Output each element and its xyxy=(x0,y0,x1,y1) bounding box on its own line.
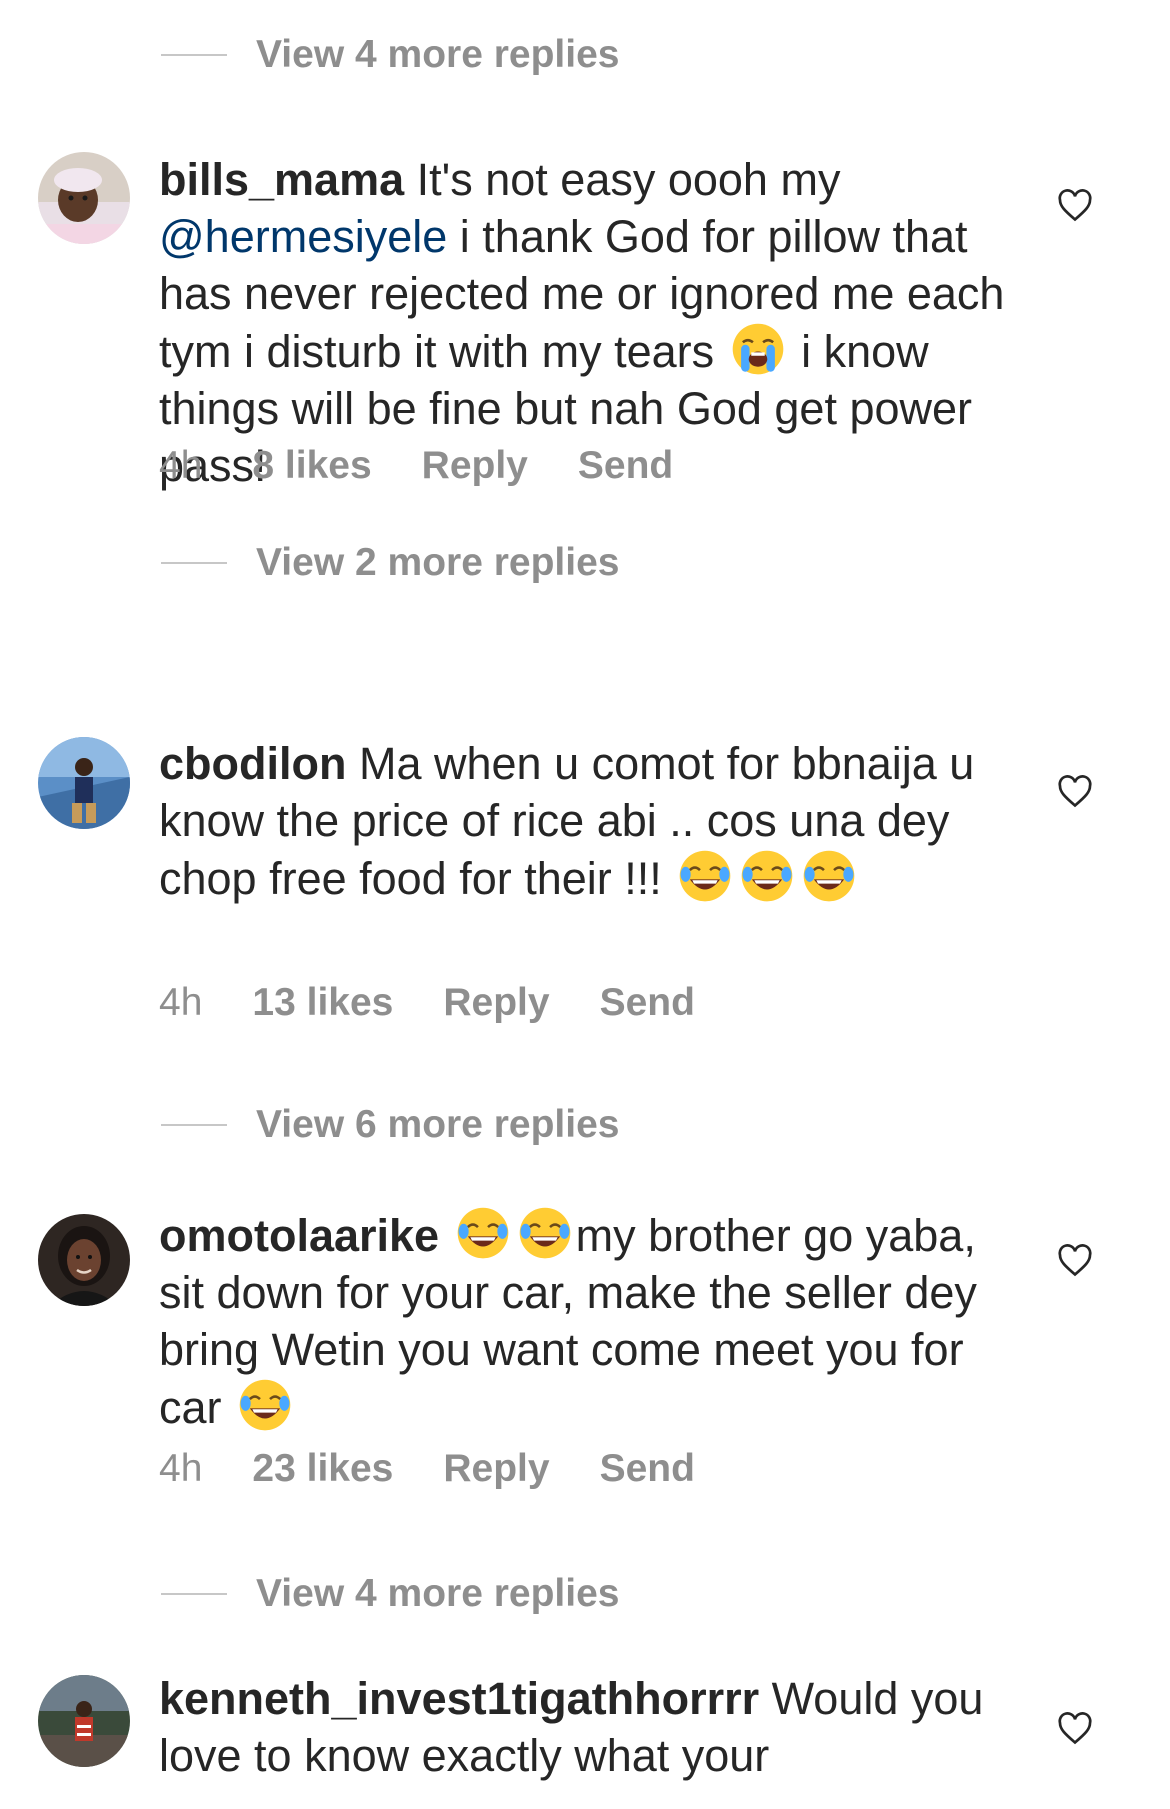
face-with-tears-of-joy-emoji xyxy=(519,1207,570,1259)
comment-username[interactable]: omotolaarike xyxy=(159,1210,439,1261)
comment-username[interactable]: bills_mama xyxy=(159,154,404,205)
comment-time: 4h xyxy=(159,444,203,487)
reply-button[interactable]: Reply xyxy=(443,1447,549,1491)
avatar[interactable] xyxy=(38,1214,130,1306)
reply-button[interactable]: Reply xyxy=(422,444,528,488)
heart-icon[interactable] xyxy=(1057,774,1093,810)
view-replies-label: View 4 more replies xyxy=(256,1572,620,1615)
view-more-replies-button[interactable]: View 4 more replies xyxy=(161,30,619,80)
avatar[interactable] xyxy=(38,1675,130,1767)
face-with-tears-of-joy-emoji xyxy=(239,1379,291,1431)
reply-thread-line xyxy=(161,54,227,56)
comment-text: bills_mama It's not easy oooh my @hermes… xyxy=(159,151,1009,494)
face-with-tears-of-joy-emoji xyxy=(457,1207,508,1259)
face-with-tears-of-joy-emoji xyxy=(803,850,855,902)
likes-count[interactable]: 13 likes xyxy=(252,981,393,1025)
reply-thread-line xyxy=(161,562,227,564)
likes-count[interactable]: 23 likes xyxy=(252,1447,393,1491)
comment-time: 4h xyxy=(159,981,203,1024)
view-more-replies-button[interactable]: View 6 more replies xyxy=(161,1100,619,1150)
comment-meta: 4h 13 likes Reply Send xyxy=(159,981,745,1025)
view-more-replies-button[interactable]: View 2 more replies xyxy=(161,538,619,588)
avatar[interactable] xyxy=(38,152,130,244)
heart-icon[interactable] xyxy=(1057,188,1093,224)
loudly-crying-face-emoji xyxy=(732,323,783,375)
comment-text: cbodilon Ma when u comot for bbnaija u k… xyxy=(159,735,1009,907)
send-button[interactable]: Send xyxy=(600,981,695,1025)
mention-link[interactable]: @hermesiyele xyxy=(159,211,447,262)
comment-time: 4h xyxy=(159,1447,203,1490)
view-replies-label: View 2 more replies xyxy=(256,541,620,584)
comment-text: omotolaarike my brother go yaba, sit dow… xyxy=(159,1206,1009,1436)
send-button[interactable]: Send xyxy=(600,1447,695,1491)
heart-icon[interactable] xyxy=(1057,1243,1093,1279)
comment-text: kenneth_invest1tigathhorrrr Would you lo… xyxy=(159,1670,1009,1784)
reply-thread-line xyxy=(161,1593,227,1595)
avatar[interactable] xyxy=(38,737,130,829)
comment-text-part: It's not easy oooh my xyxy=(404,154,841,205)
face-with-tears-of-joy-emoji xyxy=(741,850,793,902)
reply-thread-line xyxy=(161,1124,227,1126)
comment-username[interactable]: kenneth_invest1tigathhorrrr xyxy=(159,1673,759,1724)
face-with-tears-of-joy-emoji xyxy=(679,850,731,902)
view-more-replies-button[interactable]: View 4 more replies xyxy=(161,1569,619,1619)
likes-count[interactable]: 8 likes xyxy=(252,444,371,488)
comment-username[interactable]: cbodilon xyxy=(159,738,346,789)
view-replies-label: View 6 more replies xyxy=(256,1103,620,1146)
heart-icon[interactable] xyxy=(1057,1711,1093,1747)
comment-meta: 4h 8 likes Reply Send xyxy=(159,444,723,488)
comment-meta: 4h 23 likes Reply Send xyxy=(159,1447,745,1491)
send-button[interactable]: Send xyxy=(578,444,673,488)
view-replies-label: View 4 more replies xyxy=(256,33,620,76)
reply-button[interactable]: Reply xyxy=(443,981,549,1025)
